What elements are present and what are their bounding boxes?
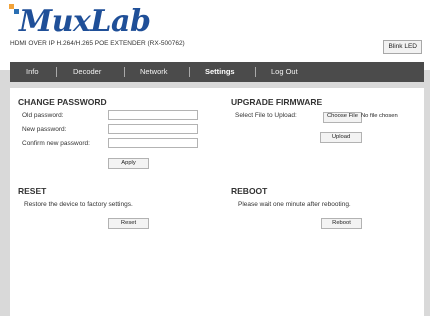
- reboot-description: Please wait one minute after rebooting.: [238, 201, 351, 208]
- nav-item-decoder[interactable]: Decoder: [73, 62, 101, 82]
- nav-separator: [189, 67, 190, 77]
- nav-item-settings[interactable]: Settings: [205, 62, 235, 82]
- upgrade-firmware-title: UPGRADE FIRMWARE: [231, 97, 323, 107]
- confirm-password-label: Confirm new password:: [22, 140, 90, 147]
- nav-item-log-out[interactable]: Log Out: [271, 62, 298, 82]
- device-subtitle: HDMI OVER IP H.264/H.265 POE EXTENDER (R…: [10, 40, 185, 47]
- nav-item-network[interactable]: Network: [140, 62, 168, 82]
- change-password-title: CHANGE PASSWORD: [18, 97, 107, 107]
- nav-separator: [124, 67, 125, 77]
- new-password-field[interactable]: [108, 124, 198, 134]
- logo-mark-icon: [9, 4, 19, 14]
- new-password-label: New password:: [22, 126, 67, 133]
- choose-file-button[interactable]: Choose File: [323, 112, 362, 123]
- file-picker: Choose File No file chosen: [323, 112, 415, 123]
- apply-button[interactable]: Apply: [108, 158, 149, 169]
- reset-description: Restore the device to factory settings.: [24, 201, 133, 208]
- select-file-label: Select File to Upload:: [235, 112, 297, 119]
- old-password-label: Old password:: [22, 112, 64, 119]
- old-password-field[interactable]: [108, 110, 198, 120]
- page: MuxLab HDMI OVER IP H.264/H.265 POE EXTE…: [0, 0, 430, 316]
- header: MuxLab HDMI OVER IP H.264/H.265 POE EXTE…: [0, 0, 430, 70]
- reset-title: RESET: [18, 186, 47, 196]
- reboot-button[interactable]: Reboot: [321, 218, 362, 229]
- blink-led-button[interactable]: Blink LED: [383, 40, 422, 54]
- nav-item-info[interactable]: Info: [26, 62, 39, 82]
- reboot-title: REBOOT: [231, 186, 268, 196]
- settings-panel: CHANGE PASSWORD Old password: New passwo…: [10, 88, 424, 316]
- nav-bar: Info Decoder Network Settings Log Out: [10, 62, 424, 82]
- confirm-password-field[interactable]: [108, 138, 198, 148]
- logo-wordmark: MuxLab: [19, 4, 151, 39]
- nav-separator: [56, 67, 57, 77]
- nav-separator: [255, 67, 256, 77]
- upload-button[interactable]: Upload: [320, 132, 362, 143]
- file-status-text: No file chosen: [361, 113, 398, 119]
- muxlab-logo: MuxLab: [9, 4, 151, 40]
- reset-button[interactable]: Reset: [108, 218, 149, 229]
